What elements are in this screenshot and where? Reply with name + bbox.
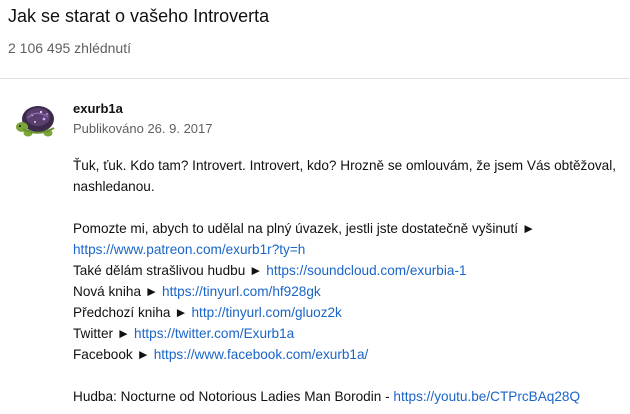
section-divider	[0, 78, 630, 79]
patreon-link[interactable]: https://www.patreon.com/exurb1r?ty=h	[73, 242, 305, 257]
previous-book-label: Předchozí kniha ►	[73, 305, 188, 320]
soundcloud-link[interactable]: https://soundcloud.com/exurbia-1	[266, 263, 466, 278]
description-intro-line: nashledanou.	[73, 179, 155, 194]
view-count: 2 106 495 zhlédnutí	[8, 40, 131, 56]
soundcloud-label: Také dělám strašlivou hudbu ►	[73, 263, 263, 278]
video-description: Ťuk, ťuk. Kdo tam? Introvert. Introvert,…	[73, 155, 623, 407]
link-row-facebook: Facebook ► https://www.facebook.com/exur…	[73, 344, 623, 365]
facebook-link[interactable]: https://www.facebook.com/exurb1a/	[154, 347, 369, 362]
music-link[interactable]: https://youtu.be/CTPrcBAq28Q	[393, 389, 580, 404]
twitter-link[interactable]: https://twitter.com/Exurb1a	[134, 326, 294, 341]
link-row-new-book: Nová kniha ► https://tinyurl.com/hf928gk	[73, 281, 623, 302]
facebook-label: Facebook ►	[73, 347, 150, 362]
link-row-twitter: Twitter ► https://twitter.com/Exurb1a	[73, 323, 623, 344]
description-intro-line: Ťuk, ťuk. Kdo tam? Introvert. Introvert,…	[73, 158, 617, 173]
patreon-label: Pomozte mi, abych to udělal na plný úvaz…	[73, 221, 536, 236]
publish-date: Publikováno 26. 9. 2017	[73, 121, 213, 136]
twitter-label: Twitter ►	[73, 326, 131, 341]
link-row-previous-book: Předchozí kniha ► http://tinyurl.com/glu…	[73, 302, 623, 323]
music-label: Hudba: Nocturne od Notorious Ladies Man …	[73, 389, 390, 404]
previous-book-link[interactable]: http://tinyurl.com/gluoz2k	[192, 305, 342, 320]
new-book-label: Nová kniha ►	[73, 284, 159, 299]
video-title: Jak se starat o vašeho Introverta	[8, 6, 270, 26]
new-book-link[interactable]: https://tinyurl.com/hf928gk	[162, 284, 321, 299]
link-row-soundcloud: Také dělám strašlivou hudbu ► https://so…	[73, 260, 623, 281]
turtle-avatar-icon	[14, 97, 62, 145]
channel-avatar[interactable]	[14, 97, 62, 145]
channel-name[interactable]: exurb1a	[73, 101, 123, 116]
link-row-music: Hudba: Nocturne od Notorious Ladies Man …	[73, 386, 623, 407]
